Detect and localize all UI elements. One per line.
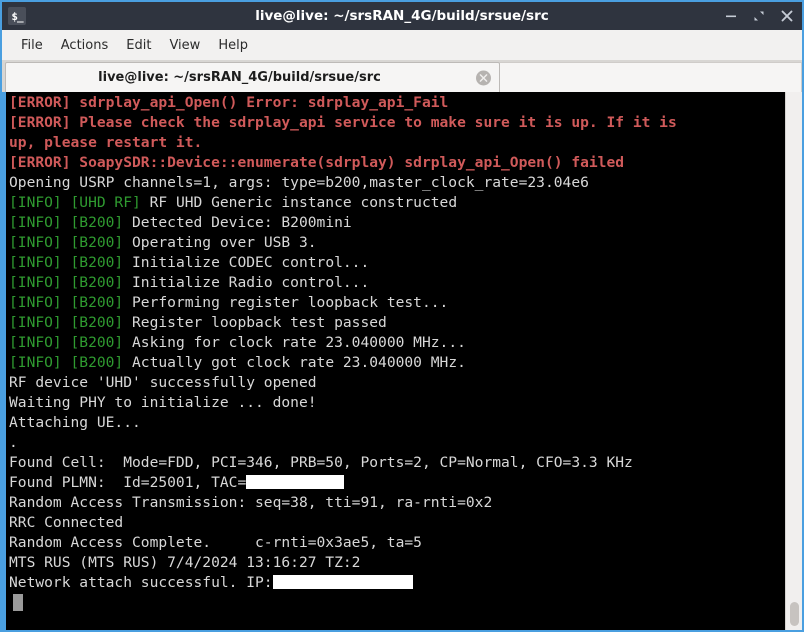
terminal-text: Asking for clock rate 23.040000 MHz...	[123, 334, 466, 351]
terminal-text: Found PLMN: Id=25001, TAC=	[9, 474, 247, 491]
vertical-scrollbar[interactable]	[785, 92, 802, 630]
terminal-text: RF device 'UHD' successfully opened	[9, 374, 317, 391]
redacted-block	[272, 575, 413, 589]
terminal-text: Operating over USB 3.	[123, 234, 317, 251]
terminal-line: Waiting PHY to initialize ... done!	[6, 393, 785, 413]
terminal-text: Opening USRP channels=1, args: type=b200…	[9, 174, 589, 191]
menu-item-file[interactable]: File	[12, 35, 52, 56]
terminal-line: Random Access Transmission: seq=38, tti=…	[6, 493, 785, 513]
terminal-text: [INFO] [B200]	[9, 274, 124, 291]
terminal-text: Initialize CODEC control...	[123, 254, 370, 271]
terminal-text: [ERROR] Please check the sdrplay_api ser…	[9, 114, 677, 131]
terminal-text: .	[9, 434, 18, 451]
terminal-line: up, please restart it.	[6, 133, 785, 153]
menu-item-view[interactable]: View	[160, 35, 209, 56]
terminal-line: Random Access Complete. c-rnti=0x3ae5, t…	[6, 533, 785, 553]
terminal-tab-label: live@live: ~/srsRAN_4G/build/srsue/src	[98, 70, 381, 85]
terminal-line: [ERROR] Please check the sdrplay_api ser…	[6, 113, 785, 133]
terminal-tab[interactable]: live@live: ~/srsRAN_4G/build/srsue/src	[5, 62, 500, 92]
terminal-output[interactable]: [ERROR] sdrplay_api_Open() Error: sdrpla…	[6, 92, 785, 630]
terminal-text: [ERROR] SoapySDR::Device::enumerate(sdrp…	[9, 154, 625, 171]
terminal-line: RF device 'UHD' successfully opened	[6, 373, 785, 393]
terminal-line: Network attach successful. IP:	[6, 573, 785, 593]
menu-item-actions[interactable]: Actions	[52, 35, 118, 56]
terminal-text: [INFO] [B200]	[9, 214, 124, 231]
terminal-line: [ERROR] SoapySDR::Device::enumerate(sdrp…	[6, 153, 785, 173]
terminal-line: [INFO] [B200] Asking for clock rate 23.0…	[6, 333, 785, 353]
tabbar: live@live: ~/srsRAN_4G/build/srsue/src	[0, 60, 804, 92]
terminal-text: [ERROR] sdrplay_api_Open() Error: sdrpla…	[9, 94, 449, 111]
maximize-icon[interactable]	[752, 9, 766, 23]
minimize-icon[interactable]	[724, 9, 738, 23]
terminal-text: Found Cell: Mode=FDD, PCI=346, PRB=50, P…	[9, 454, 633, 471]
redacted-block	[246, 475, 345, 489]
terminal-line: .	[6, 433, 785, 453]
terminal-text: Initialize Radio control...	[123, 274, 370, 291]
scrollbar-thumb[interactable]	[790, 602, 799, 626]
terminal-line: [INFO] [B200] Performing register loopba…	[6, 293, 785, 313]
window-titlebar: $_ live@live: ~/srsRAN_4G/build/srsue/sr…	[0, 0, 804, 30]
window-controls	[724, 9, 794, 23]
terminal-text: Detected Device: B200mini	[123, 214, 352, 231]
terminal-text: MTS RUS (MTS RUS) 7/4/2024 13:16:27 TZ:2	[9, 554, 361, 571]
terminal-area: [ERROR] sdrplay_api_Open() Error: sdrpla…	[0, 92, 804, 632]
window-title: live@live: ~/srsRAN_4G/build/srsue/src	[255, 8, 549, 24]
terminal-text: [INFO] [B200]	[9, 294, 124, 311]
terminal-text: [INFO] [B200]	[9, 254, 124, 271]
terminal-text: [INFO] [UHD RF]	[9, 194, 141, 211]
terminal-text: RF UHD Generic instance constructed	[140, 194, 458, 211]
terminal-line: Attaching UE...	[6, 413, 785, 433]
terminal-text: Actually got clock rate 23.040000 MHz.	[123, 354, 466, 371]
terminal-line: [INFO] [B200] Operating over USB 3.	[6, 233, 785, 253]
terminal-line: Opening USRP channels=1, args: type=b200…	[6, 173, 785, 193]
terminal-text: Attaching UE...	[9, 414, 141, 431]
terminal-text: Network attach successful. IP:	[9, 574, 273, 591]
terminal-line: [INFO] [B200] Actually got clock rate 23…	[6, 353, 785, 373]
tabbar-empty-area	[500, 62, 802, 92]
terminal-text: Performing register loopback test...	[123, 294, 449, 311]
terminal-line: MTS RUS (MTS RUS) 7/4/2024 13:16:27 TZ:2	[6, 553, 785, 573]
terminal-text: RRC Connected	[9, 514, 124, 531]
terminal-text: up, please restart it.	[9, 134, 203, 151]
close-icon[interactable]	[476, 70, 491, 85]
terminal-line: Found PLMN: Id=25001, TAC=	[6, 473, 785, 493]
terminal-window: $_ live@live: ~/srsRAN_4G/build/srsue/sr…	[0, 0, 804, 632]
terminal-text: [INFO] [B200]	[9, 314, 124, 331]
menu-item-help[interactable]: Help	[209, 35, 257, 56]
menu-item-edit[interactable]: Edit	[117, 35, 160, 56]
menubar: File Actions Edit View Help	[0, 30, 804, 60]
terminal-line: RRC Connected	[6, 513, 785, 533]
terminal-line: [INFO] [B200] Initialize Radio control..…	[6, 273, 785, 293]
terminal-line: [INFO] [B200] Detected Device: B200mini	[6, 213, 785, 233]
terminal-text: Register loopback test passed	[123, 314, 387, 331]
terminal-line: [INFO] [UHD RF] RF UHD Generic instance …	[6, 193, 785, 213]
terminal-text: [INFO] [B200]	[9, 234, 124, 251]
terminal-cursor	[13, 594, 23, 611]
terminal-text: Random Access Transmission: seq=38, tti=…	[9, 494, 493, 511]
terminal-line: [INFO] [B200] Register loopback test pas…	[6, 313, 785, 333]
terminal-line: [INFO] [B200] Initialize CODEC control..…	[6, 253, 785, 273]
terminal-text: Random Access Complete. c-rnti=0x3ae5, t…	[9, 534, 422, 551]
close-icon[interactable]	[780, 9, 794, 23]
terminal-line: Found Cell: Mode=FDD, PCI=346, PRB=50, P…	[6, 453, 785, 473]
terminal-text: [INFO] [B200]	[9, 334, 124, 351]
terminal-text: Waiting PHY to initialize ... done!	[9, 394, 317, 411]
terminal-prompt-icon: $_	[8, 7, 26, 25]
terminal-line: [ERROR] sdrplay_api_Open() Error: sdrpla…	[6, 93, 785, 113]
terminal-text: [INFO] [B200]	[9, 354, 124, 371]
